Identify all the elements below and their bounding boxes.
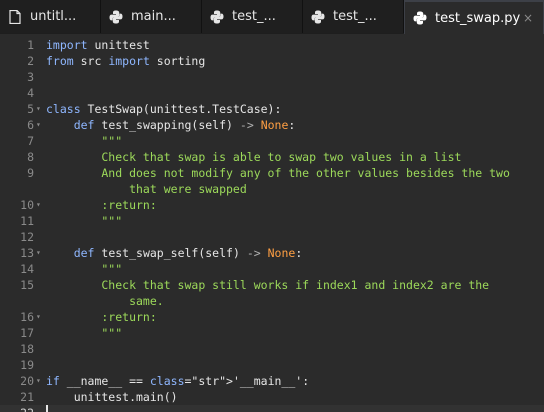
fold-chevron-icon[interactable]: ▾ xyxy=(36,117,41,133)
line-number: 15 xyxy=(20,278,34,292)
fold-chevron-icon[interactable]: ▾ xyxy=(36,197,41,213)
fold-chevron-icon[interactable]: ▾ xyxy=(36,309,41,325)
line-number: 12 xyxy=(20,230,34,244)
code-line[interactable]: 7 """ xyxy=(0,133,544,149)
editor-window: untitl... main... test_... test_... test… xyxy=(0,0,544,412)
line-number: 19 xyxy=(20,358,34,372)
code-line[interactable]: 14 """ xyxy=(0,261,544,277)
code-line[interactable]: 16 ▾ :return: xyxy=(0,309,544,325)
code-line[interactable]: 19 xyxy=(0,357,544,373)
code-text: :return: xyxy=(46,310,157,324)
line-number: 6 xyxy=(27,118,34,132)
code-line[interactable]: 17 """ xyxy=(0,325,544,341)
fold-chevron-icon[interactable]: ▾ xyxy=(36,245,41,261)
tab-main[interactable]: main... xyxy=(101,0,202,33)
line-number: 4 xyxy=(27,86,34,100)
code-text: class TestSwap(unittest.TestCase): xyxy=(46,102,282,116)
code-line[interactable]: 5 ▾ class TestSwap(unittest.TestCase): xyxy=(0,101,544,117)
code-text: Check that swap is able to swap two valu… xyxy=(46,150,462,164)
code-line[interactable]: 9 And does not modify any of the other v… xyxy=(0,165,544,181)
code-text: And does not modify any of the other val… xyxy=(46,166,510,180)
code-line[interactable]: 18 xyxy=(0,341,544,357)
code-text: """ xyxy=(46,326,123,340)
file-icon xyxy=(8,9,22,24)
line-number: 1 xyxy=(27,38,34,52)
line-number: 11 xyxy=(20,214,34,228)
line-number: 21 xyxy=(20,390,34,404)
code-text: :return: xyxy=(46,198,157,212)
line-number: 7 xyxy=(27,134,34,148)
code-text: """ xyxy=(46,134,123,148)
code-line[interactable]: 20 ▾ if __name__ == class="str">'__main__'… xyxy=(0,373,544,389)
line-number: 10 xyxy=(20,198,34,212)
code-text: """ xyxy=(46,262,123,276)
python-icon xyxy=(210,9,224,24)
line-number: 14 xyxy=(20,262,34,276)
tab-test-swap[interactable]: test_swap.py × xyxy=(404,0,544,34)
line-number: 16 xyxy=(20,310,34,324)
line-number: 18 xyxy=(20,342,34,356)
code-text: import unittest xyxy=(46,38,150,52)
tab-label: test_... xyxy=(333,9,377,24)
tab-untitled[interactable]: untitl... xyxy=(0,0,101,33)
python-icon xyxy=(311,9,325,24)
line-number: 13 xyxy=(20,246,34,260)
code-line[interactable]: 11 """ xyxy=(0,213,544,229)
tab-test-2[interactable]: test_... xyxy=(303,0,404,33)
code-text: def test_swapping(self) -> None: xyxy=(73,118,296,132)
code-line[interactable]: that were swapped xyxy=(0,181,544,197)
line-number: 20 xyxy=(20,374,34,388)
code-line[interactable]: 6 ▾ def test_swapping(self) -> None: xyxy=(0,117,544,133)
line-number: 3 xyxy=(27,70,34,84)
code-text: def test_swap_self(self) -> None: xyxy=(73,246,303,260)
code-line[interactable]: 1 import unittest xyxy=(0,37,544,53)
tab-bar: untitl... main... test_... test_... test… xyxy=(0,0,544,34)
line-number: 8 xyxy=(27,150,34,164)
code-text: unittest.main() xyxy=(46,390,178,404)
tab-test-1[interactable]: test_... xyxy=(202,0,303,33)
line-number: 5 xyxy=(27,102,34,116)
code-line[interactable]: 21 unittest.main() xyxy=(0,389,544,405)
tab-label: untitl... xyxy=(30,9,77,24)
line-number: 9 xyxy=(27,166,34,180)
tab-label: test_... xyxy=(232,9,276,24)
line-number: 2 xyxy=(27,54,34,68)
code-line[interactable]: 12 xyxy=(0,229,544,245)
code-line[interactable]: 4 xyxy=(0,85,544,101)
code-text: from src import sorting xyxy=(46,54,206,68)
code-line[interactable]: 13 ▾ def test_swap_self(self) -> None: xyxy=(0,245,544,261)
code-line[interactable]: 3 xyxy=(0,69,544,85)
code-line[interactable]: same. xyxy=(0,293,544,309)
tab-label: main... xyxy=(131,9,176,24)
code-line[interactable]: 22 xyxy=(0,405,544,412)
code-text: that were swapped xyxy=(46,182,247,196)
code-line[interactable]: 15 Check that swap still works if index1… xyxy=(0,277,544,293)
close-icon[interactable]: × xyxy=(523,11,533,25)
fold-chevron-icon[interactable]: ▾ xyxy=(36,373,41,389)
code-text: """ xyxy=(46,214,123,228)
text-cursor xyxy=(46,405,48,412)
python-icon xyxy=(413,11,427,25)
fold-chevron-icon[interactable]: ▾ xyxy=(36,101,41,117)
code-editor[interactable]: 1 import unittest 2 from src import sorting… xyxy=(0,34,544,412)
line-number: 22 xyxy=(0,405,34,412)
code-line[interactable]: 8 Check that swap is able to swap two va… xyxy=(0,149,544,165)
tab-label: test_swap.py xyxy=(435,10,521,26)
code-line[interactable]: 2 from src import sorting xyxy=(0,53,544,69)
line-number: 17 xyxy=(20,326,34,340)
python-icon xyxy=(109,9,123,24)
code-text: same. xyxy=(46,294,164,308)
code-text: Check that swap still works if index1 an… xyxy=(46,278,490,292)
code-text: if __name__ == class="str">'__main__': xyxy=(46,374,310,388)
code-line[interactable]: 10 ▾ :return: xyxy=(0,197,544,213)
